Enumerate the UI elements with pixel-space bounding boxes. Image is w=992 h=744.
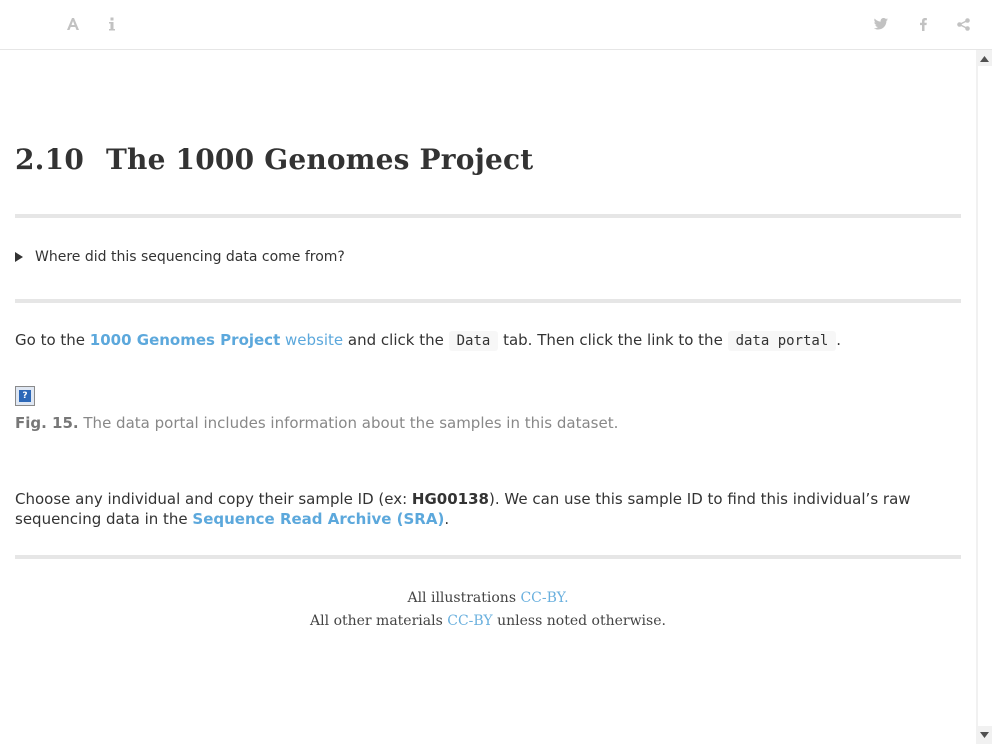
details-toggle[interactable]: Where did this sequencing data come from…: [15, 249, 345, 265]
details-summary: Where did this sequencing data come from…: [35, 249, 345, 265]
book-body: 2.10 The 1000 Genomes Project Where did t…: [0, 50, 976, 744]
footer-text: unless noted otherwise.: [492, 613, 666, 629]
section-number: 2.10: [15, 143, 84, 176]
disclosure-triangle-icon: [15, 252, 23, 262]
sra-link[interactable]: Sequence Read Archive (SRA): [192, 510, 444, 528]
text-span: tab. Then click the link to the: [498, 331, 728, 349]
footer-line-2: All other materials CC-BY unless noted o…: [0, 613, 976, 629]
footer-line-1: All illustrations CC-BY.: [0, 590, 976, 606]
footer-text: All other materials: [310, 613, 448, 629]
info-icon[interactable]: [102, 14, 122, 34]
text-span: and click the: [343, 331, 449, 349]
divider: [15, 299, 961, 303]
cc-by-illustrations-link[interactable]: CC-BY.: [520, 590, 568, 606]
instruction-paragraph: Go to the 1000 Genomes Project website a…: [15, 330, 841, 351]
top-toolbar: [0, 0, 992, 50]
figure-label: Fig. 15.: [15, 414, 79, 432]
figure-caption: Fig. 15. The data portal includes inform…: [15, 414, 618, 432]
1000-genomes-link[interactable]: 1000 Genomes Project: [90, 331, 280, 349]
scroll-down-arrow-icon[interactable]: [976, 728, 992, 742]
font-settings-icon[interactable]: [63, 14, 83, 34]
section-heading: 2.10 The 1000 Genomes Project: [15, 143, 533, 176]
twitter-icon[interactable]: [871, 14, 891, 34]
figure-caption-text: The data portal includes information abo…: [78, 414, 619, 432]
divider: [15, 555, 961, 559]
scroll-thumb[interactable]: [977, 66, 992, 726]
vertical-scrollbar[interactable]: [976, 50, 992, 744]
broken-image-icon: ?: [15, 386, 35, 406]
section-title: The 1000 Genomes Project: [106, 143, 534, 176]
code-data: Data: [448, 331, 499, 351]
scroll-up-arrow-icon[interactable]: [976, 52, 992, 66]
divider: [15, 214, 961, 218]
website-link[interactable]: website: [285, 331, 343, 349]
share-icon[interactable]: [953, 14, 973, 34]
text-span: Choose any individual and copy their sam…: [15, 490, 412, 508]
code-data-portal: data portal: [727, 331, 837, 351]
facebook-icon[interactable]: [913, 14, 933, 34]
figure-placeholder-glyph: ?: [19, 390, 31, 402]
text-span: .: [444, 510, 450, 528]
footer-text: All illustrations: [407, 590, 521, 606]
text-span: Go to the: [15, 331, 90, 349]
sample-paragraph: Choose any individual and copy their sam…: [15, 489, 961, 529]
text-span: .: [836, 331, 842, 349]
sample-id: HG00138: [411, 490, 489, 508]
cc-by-materials-link[interactable]: CC-BY: [447, 613, 492, 629]
